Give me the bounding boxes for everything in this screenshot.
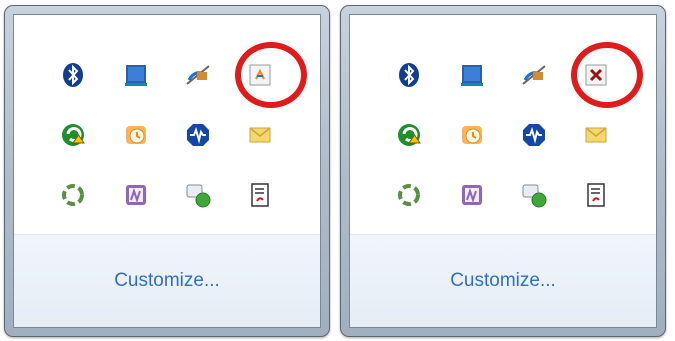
flyout-panel: Customize... xyxy=(13,14,321,328)
flyout-footer: Customize... xyxy=(14,234,320,327)
customize-link[interactable]: Customize... xyxy=(114,270,220,292)
onenote-clip-icon[interactable] xyxy=(458,181,486,209)
chat-bubble-green-icon[interactable] xyxy=(184,181,212,209)
mail-envelope-icon[interactable] xyxy=(246,121,274,149)
satellite-dish-icon[interactable] xyxy=(520,61,548,89)
screenshot-stage: Customize... Customize... xyxy=(0,0,675,341)
voice-wave-icon[interactable] xyxy=(184,121,212,149)
notification-area-flyout-left: Customize... xyxy=(4,5,330,337)
java-update-icon[interactable] xyxy=(246,61,274,89)
satellite-dish-icon[interactable] xyxy=(184,61,212,89)
onenote-clip-icon[interactable] xyxy=(122,181,150,209)
notification-area-flyout-right: Customize... xyxy=(340,5,666,337)
network-adapter-icon[interactable] xyxy=(122,61,150,89)
voice-wave-icon[interactable] xyxy=(520,121,548,149)
bluetooth-icon[interactable] xyxy=(395,61,423,89)
restore-arrow-icon[interactable] xyxy=(395,121,423,149)
customize-link[interactable]: Customize... xyxy=(450,270,556,292)
flyout-panel: Customize... xyxy=(349,14,657,328)
flyout-footer: Customize... xyxy=(350,234,656,327)
document-notes-icon[interactable] xyxy=(246,181,274,209)
chat-bubble-green-icon[interactable] xyxy=(520,181,548,209)
tray-icon-grid xyxy=(350,15,656,245)
recycle-icon[interactable] xyxy=(59,181,87,209)
outlook-clock-icon[interactable] xyxy=(458,121,486,149)
bluetooth-icon[interactable] xyxy=(59,61,87,89)
restore-arrow-icon[interactable] xyxy=(59,121,87,149)
document-notes-icon[interactable] xyxy=(582,181,610,209)
tray-icon-grid xyxy=(14,15,320,245)
network-adapter-icon[interactable] xyxy=(458,61,486,89)
mail-envelope-icon[interactable] xyxy=(582,121,610,149)
error-x-icon[interactable] xyxy=(582,61,610,89)
recycle-icon[interactable] xyxy=(395,181,423,209)
outlook-clock-icon[interactable] xyxy=(122,121,150,149)
